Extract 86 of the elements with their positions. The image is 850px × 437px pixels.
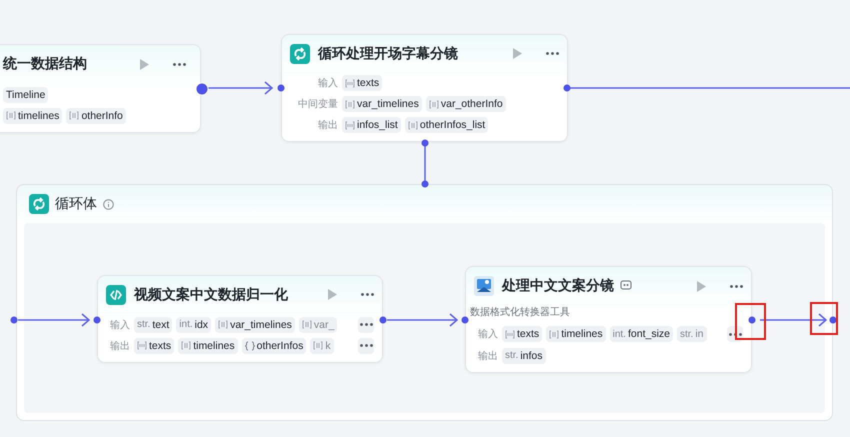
input-port[interactable] bbox=[10, 316, 18, 324]
plugin-icon bbox=[474, 276, 494, 296]
array-icon bbox=[549, 330, 560, 339]
array-icon bbox=[302, 320, 312, 330]
row-label: 输入 bbox=[477, 328, 498, 342]
string-array-icon bbox=[505, 330, 515, 339]
highlight-frame bbox=[810, 302, 838, 335]
workflow-node[interactable]: 循环处理开场字幕分镜 输入 texts 中间变量 var_timelines var_otherInfo 输出 infos_list otherInfos_list bbox=[281, 34, 568, 142]
workflow-node[interactable]: 处理中文文案分镜 数据格式化转换器工具 输入 texts timelines int. font_size str. in 输出 str. infos bbox=[465, 266, 752, 373]
array-icon bbox=[181, 341, 192, 350]
node-title: 循环处理开场字幕分镜 bbox=[318, 44, 459, 62]
type-prefix: str. bbox=[505, 350, 518, 362]
variable-name: otherInfo bbox=[81, 110, 123, 122]
output-port[interactable] bbox=[422, 140, 428, 146]
output-port[interactable] bbox=[564, 84, 570, 92]
array-icon bbox=[6, 111, 16, 120]
more-icon[interactable] bbox=[361, 293, 374, 296]
highlight-frame bbox=[735, 303, 766, 340]
row-label: 输出 bbox=[317, 118, 338, 132]
variable-name: infos bbox=[520, 350, 543, 362]
array-icon bbox=[218, 320, 228, 330]
connector-arrow bbox=[387, 313, 458, 327]
variable-name: otherInfos bbox=[256, 340, 304, 352]
more-variables-button[interactable] bbox=[358, 316, 374, 333]
info-icon[interactable] bbox=[103, 198, 114, 210]
connector-arrow bbox=[208, 81, 274, 95]
workflow-node[interactable]: 统一数据结构 Timeline timelines otherInfo bbox=[0, 44, 201, 133]
code-icon bbox=[106, 284, 126, 305]
variable-name: texts bbox=[517, 328, 540, 340]
array-icon bbox=[69, 111, 80, 120]
array-icon bbox=[345, 100, 355, 108]
variable-name: var_ bbox=[314, 318, 334, 331]
row-label: 中间变量 bbox=[297, 98, 338, 111]
variable-name: otherInfos_list bbox=[420, 119, 486, 131]
object-icon bbox=[244, 340, 255, 351]
loop-icon bbox=[290, 44, 310, 64]
connector-arrow bbox=[760, 313, 828, 327]
connector-line bbox=[424, 146, 426, 181]
array-icon bbox=[428, 100, 439, 108]
variable-name: var_otherInfo bbox=[440, 98, 503, 110]
more-icon[interactable] bbox=[730, 284, 743, 288]
variable-name: k bbox=[325, 340, 331, 352]
array-icon bbox=[408, 120, 418, 130]
container-title: 循环体 bbox=[55, 195, 97, 213]
variable-name: in bbox=[695, 328, 704, 340]
more-icon[interactable] bbox=[546, 52, 559, 55]
variable-name: texts bbox=[149, 340, 172, 352]
variable-name: var_timelines bbox=[230, 318, 292, 331]
row-label: 输出 bbox=[477, 350, 498, 363]
node-title: 统一数据结构 bbox=[3, 55, 88, 74]
plugin-badge-icon bbox=[620, 280, 632, 290]
node-title: 视频文案中文数据归一化 bbox=[134, 286, 289, 304]
type-prefix: str. bbox=[680, 328, 694, 340]
variable-name: font_size bbox=[628, 328, 670, 340]
output-port[interactable] bbox=[830, 316, 836, 324]
variable-name: timelines bbox=[561, 328, 603, 340]
loop-icon bbox=[29, 194, 49, 214]
input-port[interactable] bbox=[422, 180, 428, 188]
variable-name: Timeline bbox=[6, 88, 46, 100]
variable-name: var_timelines bbox=[357, 98, 419, 110]
type-prefix: int. bbox=[612, 328, 626, 340]
string-array-icon bbox=[137, 341, 147, 350]
row-label: 输出 bbox=[109, 340, 130, 353]
variable-name: text bbox=[152, 318, 170, 331]
variable-name: timelines bbox=[18, 110, 60, 122]
variable-name: timelines bbox=[193, 340, 235, 352]
output-port[interactable] bbox=[196, 82, 208, 96]
string-array-icon bbox=[345, 78, 355, 88]
ellipsis-icon[interactable] bbox=[728, 332, 742, 336]
ellipsis-icon[interactable] bbox=[360, 323, 372, 326]
node-title: 处理中文文案分镜 bbox=[502, 277, 688, 296]
workflow-node[interactable]: 视频文案中文数据归一化 输入 str. text int. idx var_timelines var_ 输出 texts timelines otherInfos k bbox=[97, 275, 383, 363]
node-description: 数据格式化转换器工具 bbox=[470, 306, 571, 319]
variable-name: texts bbox=[357, 77, 380, 89]
type-prefix: str. bbox=[137, 319, 150, 330]
array-icon bbox=[313, 341, 324, 350]
more-icon[interactable] bbox=[173, 62, 186, 66]
row-label: 输入 bbox=[109, 318, 130, 332]
input-port[interactable] bbox=[278, 84, 284, 92]
more-variables-button[interactable] bbox=[358, 338, 374, 354]
type-prefix: int. bbox=[179, 319, 193, 330]
variable-name: idx bbox=[194, 318, 208, 331]
variable-name: infos_list bbox=[357, 119, 398, 131]
string-array-icon bbox=[345, 120, 355, 130]
row-label: 输入 bbox=[317, 76, 338, 90]
ellipsis-icon[interactable] bbox=[360, 344, 372, 348]
